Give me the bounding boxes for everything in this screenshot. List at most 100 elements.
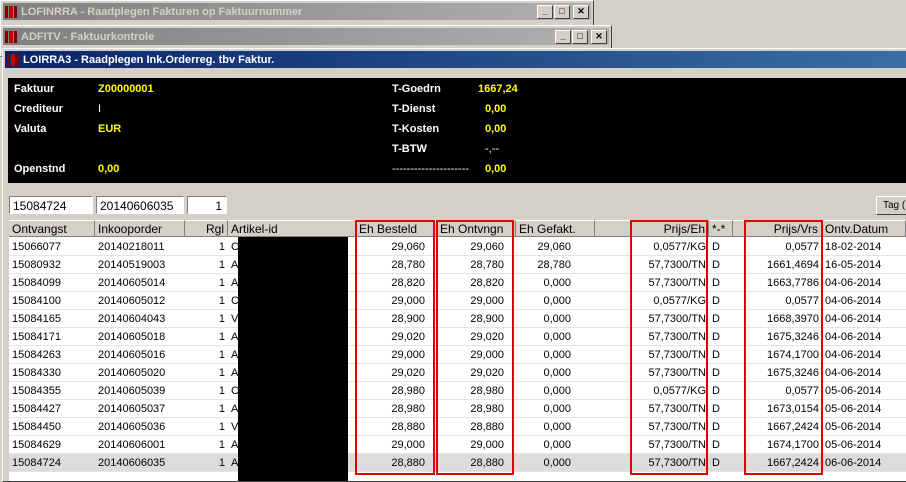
cell-flag: D [712,385,720,397]
cell-ontvangst: 15084427 [12,403,61,415]
app-icon [5,30,17,43]
cell-eh-besteld: 29,020 [391,331,425,343]
cell-eh-gefakt: 0,000 [543,367,571,379]
cell-ontvangst: 15084355 [12,385,61,397]
col-flag[interactable]: *-* [709,220,733,237]
table-row[interactable]: 15084165 20140604043 1 V 28,900 28,900 0,000 57… [9,310,906,328]
titlebar-lofinrra[interactable]: LOFINRRA - Raadplegen Fakturen op Faktuu… [3,3,591,20]
grid-header: Ontvangst Inkooporder Rgl Artikel-id Eh … [9,220,906,238]
valuta-value: EUR [98,123,122,135]
cell-eh-ontvngn: 29,000 [470,439,504,451]
table-row[interactable]: 15066077 20140218011 1 C 29,060 29,060 29,060 0… [9,238,906,256]
cell-prijs-vrs: 1673,0154 [767,403,819,415]
cell-eh-gefakt: 28,780 [537,259,571,271]
cell-flag: D [712,367,720,379]
cell-flag: D [712,241,720,253]
col-artikel-id[interactable]: Artikel-id [228,220,356,237]
col-prijs-eh[interactable]: Prijs/Eh [595,220,709,237]
col-prijs-vrs[interactable]: Prijs/Vrs [733,220,822,237]
tag-button[interactable]: Tag ( [876,196,906,215]
window-title: LOIRRA3 - Raadplegen Ink.Orderreg. tbv F… [23,53,275,66]
minimize-button[interactable]: _ [555,29,571,44]
order-grid[interactable]: Ontvangst Inkooporder Rgl Artikel-id Eh … [9,220,906,481]
regel-input[interactable]: 1 [187,196,227,214]
minimize-button[interactable]: _ [537,4,553,19]
cell-inkooporder: 20140605036 [98,421,166,433]
cell-inkooporder: 20140605016 [98,349,166,361]
cell-eh-gefakt: 0,000 [543,331,571,343]
table-row[interactable]: 15084427 20140605037 1 A 28,980 28,980 0,000 57… [9,400,906,418]
col-rgl[interactable]: Rgl [185,220,228,237]
table-row[interactable]: 15084100 20140605012 1 C 29,000 29,000 0,000 0,… [9,292,906,310]
cell-prijs-eh: 57,7300/TN [648,331,706,343]
cell-eh-besteld: 28,880 [391,421,425,433]
cell-eh-besteld: 29,000 [391,439,425,451]
cell-flag: D [712,331,720,343]
cell-ontv-datum: 04-06-2014 [825,295,882,307]
crediteur-value: I [98,103,102,115]
cell-eh-ontvngn: 28,980 [470,385,504,397]
tbtw-value: -,-- [485,143,500,155]
cell-prijs-eh: 57,7300/TN [648,259,706,271]
invoice-header-panel: Faktuur Z00000001 Crediteur I Valuta EUR… [8,78,906,183]
cell-rgl: 1 [218,277,225,289]
col-inkooporder[interactable]: Inkooporder [95,220,185,237]
tkosten-label: T-Kosten [392,123,440,135]
cell-rgl: 1 [218,259,225,271]
total-separator: --------------------- [392,163,469,175]
col-ontvangst[interactable]: Ontvangst [9,220,95,237]
col-eh-besteld[interactable]: Eh Besteld [356,220,437,237]
cell-inkooporder: 20140606001 [98,439,166,451]
table-row[interactable]: 15084629 20140606001 1 A 29,000 29,000 0,000 57… [9,436,906,454]
cell-rgl: 1 [218,421,225,433]
table-row[interactable]: 15084724 20140606035 1 A 28,880 28,880 0,000 57… [9,454,906,472]
table-row[interactable]: 15084099 20140605014 1 A 28,820 28,820 0,000 57… [9,274,906,292]
cell-prijs-vrs: 1675,3246 [767,331,819,343]
cell-inkooporder: 20140606035 [98,457,166,469]
table-row[interactable]: 15084330 20140605020 1 A 29,020 29,020 0,000 57… [9,364,906,382]
cell-ontvangst: 15084171 [12,331,61,343]
cell-ontv-datum: 05-06-2014 [825,385,882,397]
tbtw-label: T-BTW [392,143,427,155]
col-ontv-datum[interactable]: Ontv.Datum [822,220,906,237]
cell-eh-ontvngn: 28,880 [470,421,504,433]
table-row[interactable]: 15084263 20140605016 1 A 29,000 29,000 0,000 57… [9,346,906,364]
app-icon [5,5,17,18]
cell-inkooporder: 20140605020 [98,367,166,379]
close-button[interactable]: ✕ [591,29,607,44]
ontvangst-input[interactable]: 15084724 [9,196,93,214]
titlebar-adfitv[interactable]: ADFITV - Faktuurkontrole _ □ ✕ [3,28,609,45]
table-row[interactable]: 15084355 20140605039 1 C 28,980 28,980 0,000 0,… [9,382,906,400]
cell-prijs-eh: 57,7300/TN [648,367,706,379]
cell-prijs-vrs: 1667,2424 [767,457,819,469]
cell-eh-besteld: 28,980 [391,385,425,397]
cell-prijs-eh: 0,0577/KG [653,385,706,397]
cell-flag: D [712,277,720,289]
valuta-label: Valuta [14,123,47,135]
cell-ontvangst: 15066077 [12,241,61,253]
col-eh-ontvngn[interactable]: Eh Ontvngn [437,220,516,237]
titlebar-loirra3[interactable]: LOIRRA3 - Raadplegen Ink.Orderreg. tbv F… [5,51,906,68]
cell-eh-ontvngn: 29,000 [470,349,504,361]
window-title: ADFITV - Faktuurkontrole [21,30,155,43]
cell-eh-gefakt: 0,000 [543,439,571,451]
maximize-button[interactable]: □ [554,4,570,19]
table-row[interactable]: 15080932 20140519003 1 A 28,780 28,780 28,780 5… [9,256,906,274]
cell-flag: D [712,457,720,469]
cell-eh-gefakt: 0,000 [543,421,571,433]
cell-eh-gefakt: 29,060 [537,241,571,253]
table-row[interactable]: 15084450 20140605036 1 V 28,880 28,880 0,000 57… [9,418,906,436]
maximize-button[interactable]: □ [572,29,588,44]
inkooporder-input[interactable]: 20140606035 [96,196,184,214]
cell-prijs-eh: 57,7300/TN [648,457,706,469]
cell-flag: D [712,403,720,415]
table-row[interactable]: 15084171 20140605018 1 A 29,020 29,020 0,000 57… [9,328,906,346]
cell-ontvangst: 15084330 [12,367,61,379]
close-button[interactable]: ✕ [573,4,589,19]
cell-ontvangst: 15084100 [12,295,61,307]
col-eh-gefakt[interactable]: Eh Gefakt. [516,220,595,237]
cell-eh-ontvngn: 29,060 [470,241,504,253]
cell-ontv-datum: 05-06-2014 [825,403,882,415]
window-title: LOFINRRA - Raadplegen Fakturen op Faktuu… [21,5,303,18]
cell-eh-gefakt: 0,000 [543,277,571,289]
